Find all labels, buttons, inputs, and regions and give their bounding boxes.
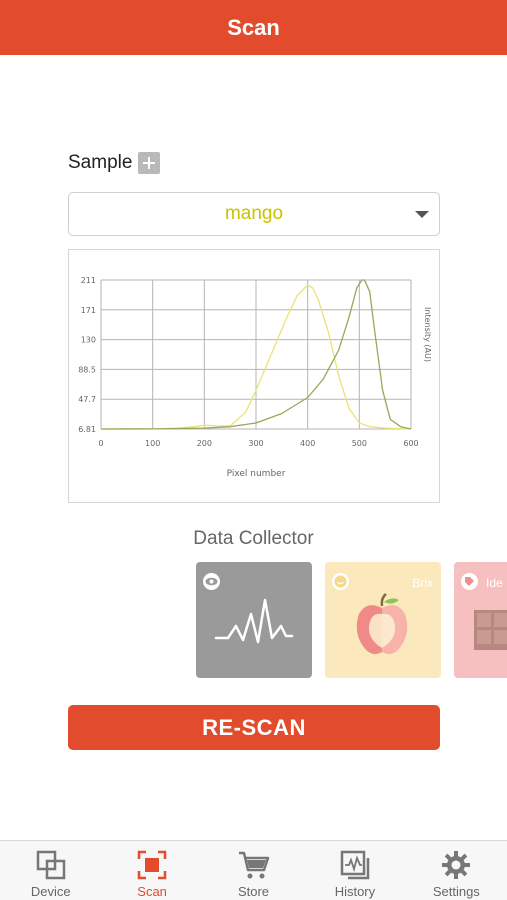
- y-tick-label: 47.7: [78, 395, 96, 404]
- nav-item-store[interactable]: Store: [203, 841, 304, 900]
- x-tick-label: 500: [352, 439, 367, 448]
- nav-label: Device: [30, 884, 71, 899]
- gear-icon: [438, 847, 474, 883]
- history-icon: [337, 847, 373, 883]
- nav-item-device[interactable]: Device: [0, 841, 101, 900]
- y-tick-label: 211: [81, 276, 96, 285]
- app-header: Scan: [0, 0, 507, 55]
- apple-icon: [356, 593, 408, 654]
- plus-icon: [143, 157, 156, 169]
- x-axis-label: Pixel number: [227, 469, 286, 479]
- nav-item-scan[interactable]: Scan: [101, 841, 202, 900]
- nav-label: History: [334, 884, 376, 899]
- sample-select[interactable]: mango: [68, 192, 440, 236]
- x-tick-label: 0: [98, 439, 103, 448]
- bottom-nav: Device Scan Store History Settings: [0, 840, 507, 900]
- collector-card-waveform[interactable]: [196, 562, 312, 678]
- data-collector-title: Data Collector: [193, 528, 314, 549]
- x-tick-label: 600: [403, 439, 418, 448]
- y-tick-label: 88.5: [78, 365, 96, 374]
- add-sample-button[interactable]: [138, 152, 161, 174]
- y-tick-label: 6.81: [78, 425, 96, 434]
- sample-select-value: mango: [224, 203, 284, 224]
- collector-card-brix[interactable]: Brix: [325, 562, 441, 678]
- x-tick-label: 200: [197, 439, 212, 448]
- y-tick-label: 171: [81, 306, 96, 315]
- device-icon: [33, 847, 69, 883]
- spectrum-chart: 0 100 200 300 400 500 600 211 171 130 88.5 47.7 6.81…: [68, 249, 440, 503]
- scan-icon: [134, 847, 170, 883]
- rescan-button[interactable]: RE-SCAN: [68, 705, 440, 750]
- cart-icon: [236, 847, 272, 883]
- x-tick-label: 300: [248, 439, 263, 448]
- y-axis-label: Intensity (AU): [423, 307, 432, 362]
- x-tick-label: 400: [300, 439, 315, 448]
- chocolate-icon: [474, 610, 507, 650]
- spectrum-chart-svg: 0 100 200 300 400 500 600 211 171 130 88.5 47.7 6.81…: [78, 276, 432, 479]
- waveform-icon: [214, 598, 294, 644]
- nav-item-settings[interactable]: Settings: [406, 841, 507, 900]
- nav-label: Settings: [432, 884, 480, 899]
- y-tick-label: 130: [81, 336, 96, 345]
- nav-item-history[interactable]: History: [304, 841, 405, 900]
- chevron-down-icon: [415, 211, 429, 218]
- collector-card-identify[interactable]: Ide: [454, 562, 507, 678]
- nav-label: Scan: [137, 884, 167, 899]
- sample-label: Sample: [68, 152, 133, 173]
- x-tick-label: 100: [145, 439, 160, 448]
- sample-row: Sample: [68, 151, 161, 175]
- nav-label: Store: [237, 884, 270, 899]
- page-title: Scan: [227, 14, 280, 40]
